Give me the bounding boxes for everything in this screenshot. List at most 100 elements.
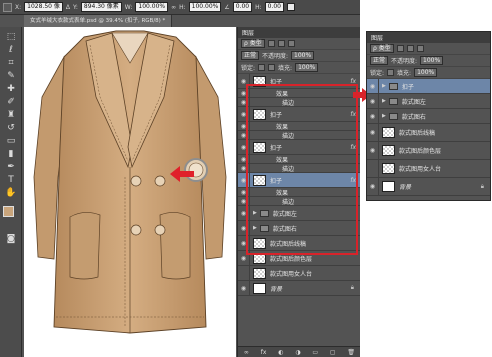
visibility-eye-off-icon[interactable]: [367, 160, 379, 177]
eraser-tool-icon[interactable]: ▭: [3, 135, 19, 148]
fx-icon[interactable]: fx: [350, 111, 356, 118]
mini-fill-field[interactable]: 100%: [414, 68, 438, 77]
visibility-eye-icon[interactable]: ◉: [238, 173, 250, 187]
mini-opacity-field[interactable]: 100%: [420, 56, 444, 65]
effect-eye-icon[interactable]: ◉: [238, 188, 250, 196]
new-layer-icon[interactable]: ▢: [330, 349, 336, 356]
visibility-eye-icon[interactable]: ◉: [238, 140, 250, 154]
layer-row[interactable]: ◉ 款式图后线稿: [238, 236, 360, 251]
expand-triangle-icon[interactable]: ▶: [382, 98, 386, 104]
pixel-filter-icon[interactable]: [267, 40, 275, 47]
layer-row[interactable]: ◉ 扣子 fx: [238, 140, 360, 155]
group-row-selected[interactable]: ◉ ▶ 扣子: [367, 79, 490, 94]
type-tool-icon[interactable]: T: [3, 174, 19, 187]
stroke-effect-row[interactable]: ◉ 描边: [238, 164, 360, 173]
lasso-tool-icon[interactable]: ℓ: [3, 44, 19, 57]
x-field[interactable]: 1028.50 像: [24, 2, 63, 12]
kind-filter[interactable]: ρ 类型: [241, 39, 265, 48]
w-field[interactable]: 100.00%: [135, 2, 169, 12]
visibility-eye-icon[interactable]: ◉: [367, 124, 379, 141]
visibility-eye-icon[interactable]: ◉: [238, 74, 250, 88]
eyedropper-tool-icon[interactable]: ✎: [3, 70, 19, 83]
type-filter-icon[interactable]: [416, 45, 424, 52]
effect-eye-icon[interactable]: ◉: [238, 98, 250, 106]
layer-row[interactable]: 款式图用女人台: [238, 266, 360, 281]
visibility-eye-icon[interactable]: ◉: [367, 94, 379, 108]
visibility-eye-icon[interactable]: ◉: [367, 142, 379, 159]
effect-eye-icon[interactable]: ◉: [238, 131, 250, 139]
visibility-eye-icon[interactable]: ◉: [367, 79, 379, 93]
effect-eye-icon[interactable]: ◉: [238, 155, 250, 163]
marquee-tool-icon[interactable]: ⬚: [3, 31, 19, 44]
checkbox[interactable]: [287, 3, 295, 11]
effect-eye-icon[interactable]: ◉: [238, 197, 250, 205]
background-layer-row[interactable]: ◉ 背景 🔒︎: [238, 281, 360, 296]
effect-eye-icon[interactable]: ◉: [238, 164, 250, 172]
layer-row[interactable]: ◉ 款式图后线稿: [367, 124, 490, 142]
lock-pixels-icon[interactable]: [387, 69, 395, 76]
effects-row[interactable]: ◉ 效果: [238, 122, 360, 131]
group-row[interactable]: ◉ ▶ 款式图右: [238, 221, 360, 236]
add-mask-icon[interactable]: ◐: [278, 349, 283, 356]
visibility-eye-icon[interactable]: ◉: [238, 281, 250, 295]
mini-layers-tab[interactable]: 图层: [367, 32, 490, 43]
healing-tool-icon[interactable]: ✚: [3, 83, 19, 96]
delete-layer-icon[interactable]: 🗑︎: [347, 349, 355, 356]
effect-eye-icon[interactable]: ◉: [238, 122, 250, 130]
visibility-eye-icon[interactable]: ◉: [238, 107, 250, 121]
stamp-tool-icon[interactable]: ♜: [3, 109, 19, 122]
layer-row[interactable]: ◉ 扣子 fx: [238, 107, 360, 122]
visibility-eye-icon[interactable]: ◉: [238, 236, 250, 250]
layer-row[interactable]: ◉ 款式图后颜色层: [367, 142, 490, 160]
pen-tool-icon[interactable]: ✒: [3, 161, 19, 174]
visibility-eye-icon[interactable]: ◉: [238, 251, 250, 265]
visibility-eye-icon[interactable]: ◉: [367, 109, 379, 123]
angle-field[interactable]: 0.00: [232, 2, 253, 12]
brush-tool-icon[interactable]: ✐: [3, 96, 19, 109]
new-group-icon[interactable]: ▭: [312, 349, 318, 356]
layer-row[interactable]: 款式图用女人台: [367, 160, 490, 178]
visibility-eye-off-icon[interactable]: [238, 266, 250, 280]
fx-icon[interactable]: fx: [350, 144, 356, 151]
h2-field[interactable]: 0.00: [264, 2, 284, 12]
expand-triangle-icon[interactable]: ▶: [382, 113, 386, 119]
expand-triangle-icon[interactable]: ▶: [382, 83, 386, 89]
effect-eye-icon[interactable]: ◉: [238, 89, 250, 97]
lock-pixels-icon[interactable]: [258, 64, 266, 71]
reference-point-icon[interactable]: [3, 2, 12, 12]
type-filter-icon[interactable]: [287, 40, 295, 47]
group-row[interactable]: ◉ ▶ 款式图左: [238, 206, 360, 221]
foreground-color-swatch[interactable]: [3, 206, 14, 217]
pixel-filter-icon[interactable]: [396, 45, 404, 52]
fx-icon[interactable]: fx: [350, 177, 356, 184]
crop-tool-icon[interactable]: ⌗: [3, 57, 19, 70]
group-row[interactable]: ◉ ▶ 款式图左: [367, 94, 490, 109]
background-layer-row[interactable]: ◉ 背景 🔒︎: [367, 178, 490, 196]
blend-mode-select[interactable]: 正常: [241, 51, 260, 60]
effects-row[interactable]: ◉ 效果: [238, 89, 360, 98]
fill-field[interactable]: 100%: [295, 63, 319, 72]
layers-tab[interactable]: 图层: [238, 27, 360, 38]
stroke-effect-row[interactable]: ◉ 描边: [238, 197, 360, 206]
visibility-eye-icon[interactable]: ◉: [238, 221, 250, 235]
effects-row[interactable]: ◉ 效果: [238, 155, 360, 164]
link-layers-icon[interactable]: ∞: [244, 349, 249, 356]
add-style-icon[interactable]: fx: [261, 349, 267, 356]
stroke-effect-row[interactable]: ◉ 描边: [238, 131, 360, 140]
mini-kind-filter[interactable]: ρ 类型: [370, 44, 394, 53]
visibility-eye-icon[interactable]: ◉: [238, 206, 250, 220]
fx-icon[interactable]: fx: [350, 78, 356, 85]
group-row[interactable]: ◉ ▶ 款式图右: [367, 109, 490, 124]
link-icon[interactable]: ∞: [171, 4, 176, 11]
document-tab[interactable]: 女式羊绒大衣款式表单.psd @ 39.4% (扣子, RGB/8) *: [24, 15, 173, 27]
effects-row[interactable]: ◉ 效果: [238, 188, 360, 197]
hand-tool-icon[interactable]: ✋: [3, 187, 19, 200]
adjust-filter-icon[interactable]: [277, 40, 285, 47]
mini-blend-mode-select[interactable]: 正常: [370, 56, 389, 65]
stroke-effect-row[interactable]: ◉ 描边: [238, 98, 360, 107]
lock-all-icon[interactable]: [268, 64, 276, 71]
quick-mask-icon[interactable]: ◙: [3, 233, 19, 246]
y-field[interactable]: 894.30 像素: [80, 2, 122, 12]
layer-row[interactable]: ◉ 款式图后颜色层: [238, 251, 360, 266]
adjustment-layer-icon[interactable]: ◑: [295, 349, 300, 356]
